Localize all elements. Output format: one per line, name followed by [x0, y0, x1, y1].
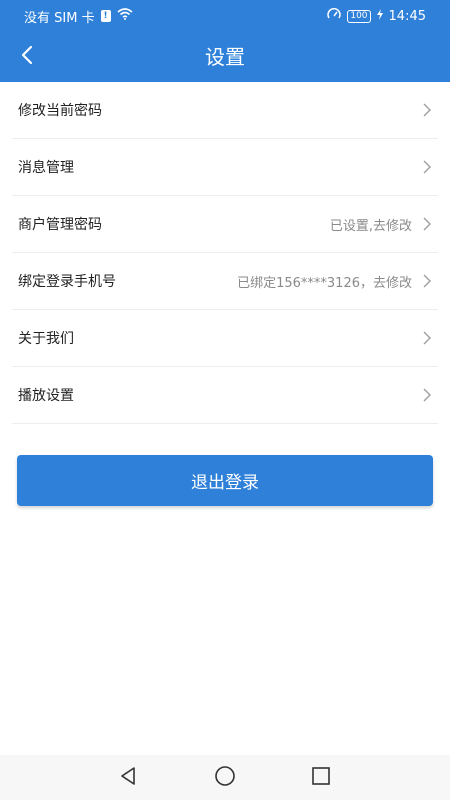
carrier-text: 没有 SIM 卡 [24, 10, 95, 26]
battery-icon: 100 [347, 9, 371, 23]
charging-icon [376, 8, 383, 24]
settings-item-value: 已设置,去修改 [329, 218, 412, 234]
settings-list: 修改当前密码 消息管理 商户管理密码 已设置,去修改 绑定登录手机号 已绑定15 [12, 82, 438, 424]
settings-item-right [412, 388, 434, 402]
settings-item-change-password[interactable]: 修改当前密码 [12, 82, 438, 139]
circle-home-icon [214, 765, 236, 791]
settings-item-right [412, 331, 434, 345]
chevron-right-icon [420, 331, 434, 345]
settings-item-right: 已绑定156****3126，去修改 [237, 272, 434, 291]
nav-recents-button[interactable] [273, 755, 369, 800]
speedometer-icon [327, 8, 342, 24]
settings-item-merchant-password[interactable]: 商户管理密码 已设置,去修改 [12, 196, 438, 253]
settings-item-label: 关于我们 [18, 331, 74, 347]
status-right: 100 14:45 [327, 8, 426, 24]
status-bar: 没有 SIM 卡 ! 100 14:45 [0, 0, 450, 32]
settings-item-label: 修改当前密码 [18, 103, 102, 119]
settings-item-label: 绑定登录手机号 [18, 274, 116, 290]
back-button[interactable] [10, 40, 44, 74]
chevron-right-icon [420, 160, 434, 174]
status-left: 没有 SIM 卡 ! [24, 7, 133, 26]
settings-item-right [412, 160, 434, 174]
nav-home-button[interactable] [177, 755, 273, 800]
settings-item-label: 播放设置 [18, 388, 74, 404]
settings-item-bind-phone[interactable]: 绑定登录手机号 已绑定156****3126，去修改 [12, 253, 438, 310]
settings-item-message-management[interactable]: 消息管理 [12, 139, 438, 196]
chevron-left-icon [20, 45, 34, 69]
clock-time: 14:45 [388, 8, 426, 24]
sim-alert-icon: ! [100, 10, 111, 22]
nav-back-button[interactable] [81, 755, 177, 800]
app-header: 设置 [0, 32, 450, 82]
settings-item-about-us[interactable]: 关于我们 [12, 310, 438, 367]
settings-item-label: 商户管理密码 [18, 217, 102, 233]
chevron-right-icon [420, 103, 434, 117]
settings-item-playback-settings[interactable]: 播放设置 [12, 367, 438, 424]
settings-item-label: 消息管理 [18, 160, 74, 176]
settings-item-right: 已设置,去修改 [330, 215, 434, 234]
page-title: 设置 [205, 45, 245, 69]
settings-item-value: 已绑定156****3126，去修改 [237, 275, 412, 291]
chevron-right-icon [420, 388, 434, 402]
triangle-back-icon [119, 766, 139, 790]
settings-item-right [412, 103, 434, 117]
system-nav-bar [0, 755, 450, 800]
logout-button[interactable]: 退出登录 [17, 455, 433, 506]
wifi-icon [117, 8, 133, 24]
square-recents-icon [311, 766, 331, 790]
chevron-right-icon [420, 217, 434, 231]
chevron-right-icon [420, 274, 434, 288]
